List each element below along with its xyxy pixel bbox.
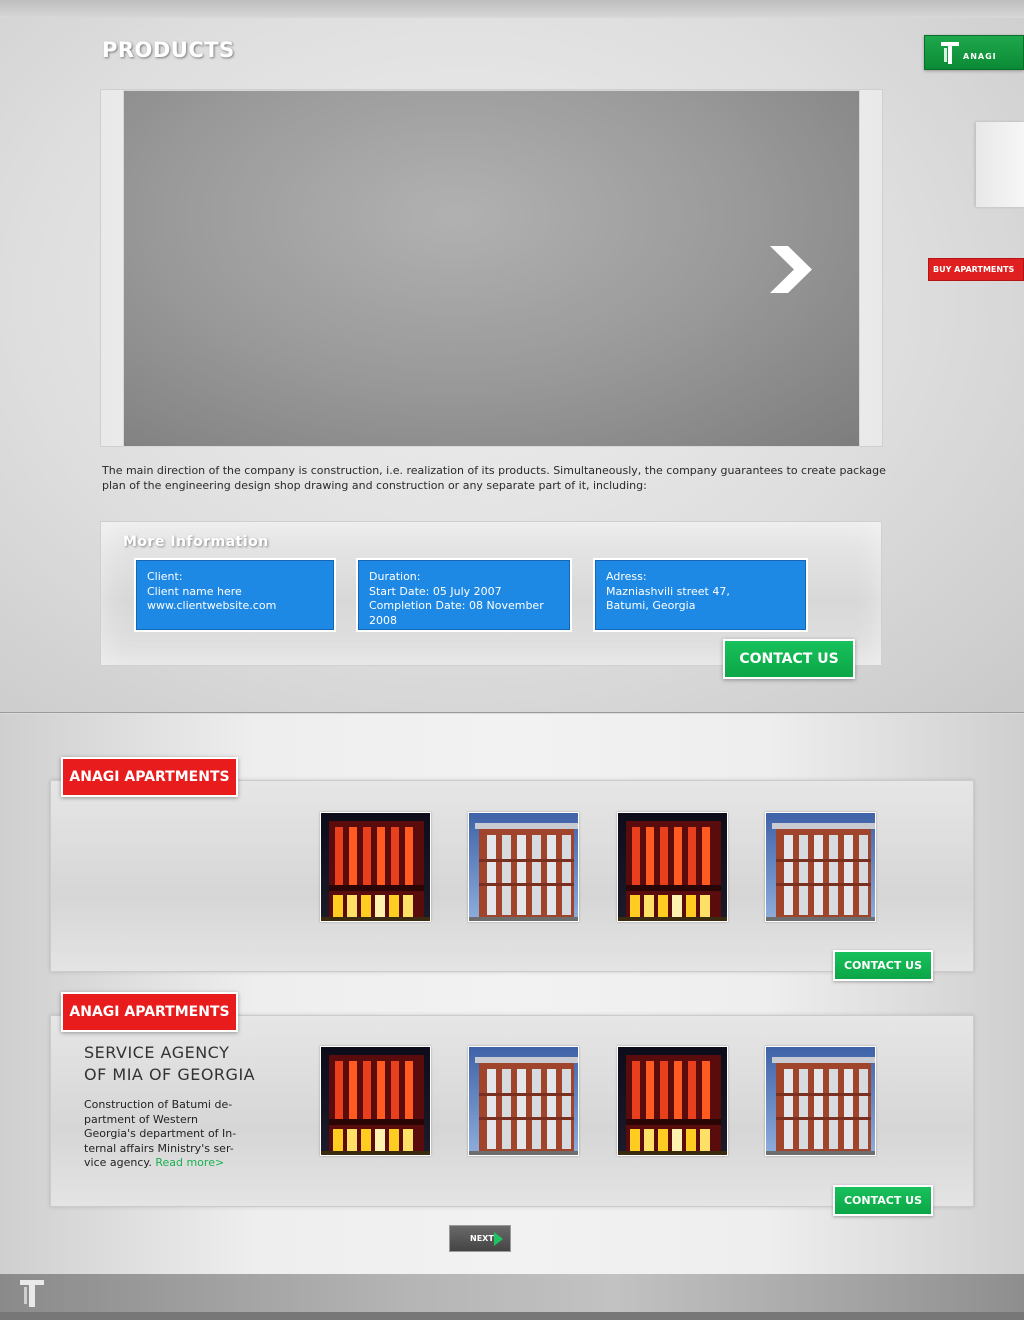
duration-label: Duration: xyxy=(369,570,421,583)
night-building-icon xyxy=(618,813,728,922)
apartment-tag: ANAGI APARTMENTS xyxy=(61,757,238,797)
apartment-thumb[interactable] xyxy=(468,812,579,922)
client-website: www.clientwebsite.com xyxy=(147,599,277,612)
address-city: Batumi, Georgia xyxy=(606,599,696,612)
anagi-logo-icon xyxy=(941,42,959,64)
apartment-thumb[interactable] xyxy=(617,812,728,922)
day-building-icon xyxy=(766,813,876,922)
contact-us-button[interactable]: CONTACT US xyxy=(833,950,933,981)
agency-title-line: OF MIA OF GEORGIA xyxy=(84,1065,256,1084)
intro-text: The main direction of the company is con… xyxy=(102,464,886,492)
address-street: Mazniashvili street 47, xyxy=(606,584,730,598)
read-more-link[interactable]: Read more> xyxy=(155,1156,224,1169)
address-card: Adress: Mazniashvili street 47, Batumi, … xyxy=(595,560,806,630)
footer xyxy=(0,1274,1024,1312)
night-building-icon xyxy=(618,1047,728,1156)
anagi-logo-icon[interactable] xyxy=(18,1277,46,1309)
night-building-icon xyxy=(321,813,431,922)
next-label: NEXT xyxy=(470,1234,494,1243)
buy-apartments-button[interactable]: BUY APARTMENTS xyxy=(928,258,1024,281)
day-building-icon xyxy=(766,1047,876,1156)
logo-text: ANAGI xyxy=(963,52,997,61)
client-card: Client: Client name here www.clientwebsi… xyxy=(136,560,334,630)
page-title: PRODUCTS xyxy=(102,38,235,62)
duration-card: Duration: Start Date: 05 July 2007 Compl… xyxy=(358,560,570,630)
night-building-icon xyxy=(321,1047,431,1156)
client-label: Client: xyxy=(147,570,183,583)
apartment-thumb[interactable] xyxy=(468,1046,579,1156)
side-tab[interactable] xyxy=(976,122,1024,207)
play-arrow-icon xyxy=(494,1232,503,1246)
completion-year: 2008 xyxy=(369,613,397,627)
info-title: More Information xyxy=(123,534,269,550)
logo-badge[interactable]: ANAGI xyxy=(924,35,1024,70)
contact-us-button[interactable]: CONTACT US xyxy=(833,1185,933,1216)
day-building-icon xyxy=(469,813,579,922)
apartment-thumb[interactable] xyxy=(617,1046,728,1156)
apartment-thumb[interactable] xyxy=(765,812,876,922)
client-name: Client name here xyxy=(147,584,242,598)
footer-bottom-strip xyxy=(0,1312,1024,1320)
contact-us-button[interactable]: CONTACT US xyxy=(723,639,855,679)
agency-title-line: SERVICE AGENCY xyxy=(84,1043,230,1062)
start-date: Start Date: 05 July 2007 xyxy=(369,584,502,598)
apartment-thumb[interactable] xyxy=(320,1046,431,1156)
top-strip xyxy=(0,0,1024,18)
chevron-right-icon[interactable] xyxy=(770,246,812,293)
product-slider xyxy=(123,90,860,447)
apartment-tag: ANAGI APARTMENTS xyxy=(61,992,238,1032)
agency-title: SERVICE AGENCY OF MIA OF GEORGIA xyxy=(84,1042,255,1086)
apartment-thumb[interactable] xyxy=(765,1046,876,1156)
address-label: Adress: xyxy=(606,570,647,583)
day-building-icon xyxy=(469,1047,579,1156)
apartment-thumb[interactable] xyxy=(320,812,431,922)
agency-description: Construction of Batumi de-partment of We… xyxy=(84,1098,249,1171)
next-button[interactable]: NEXT xyxy=(449,1225,511,1252)
completion-date: Completion Date: 08 November xyxy=(369,599,544,612)
